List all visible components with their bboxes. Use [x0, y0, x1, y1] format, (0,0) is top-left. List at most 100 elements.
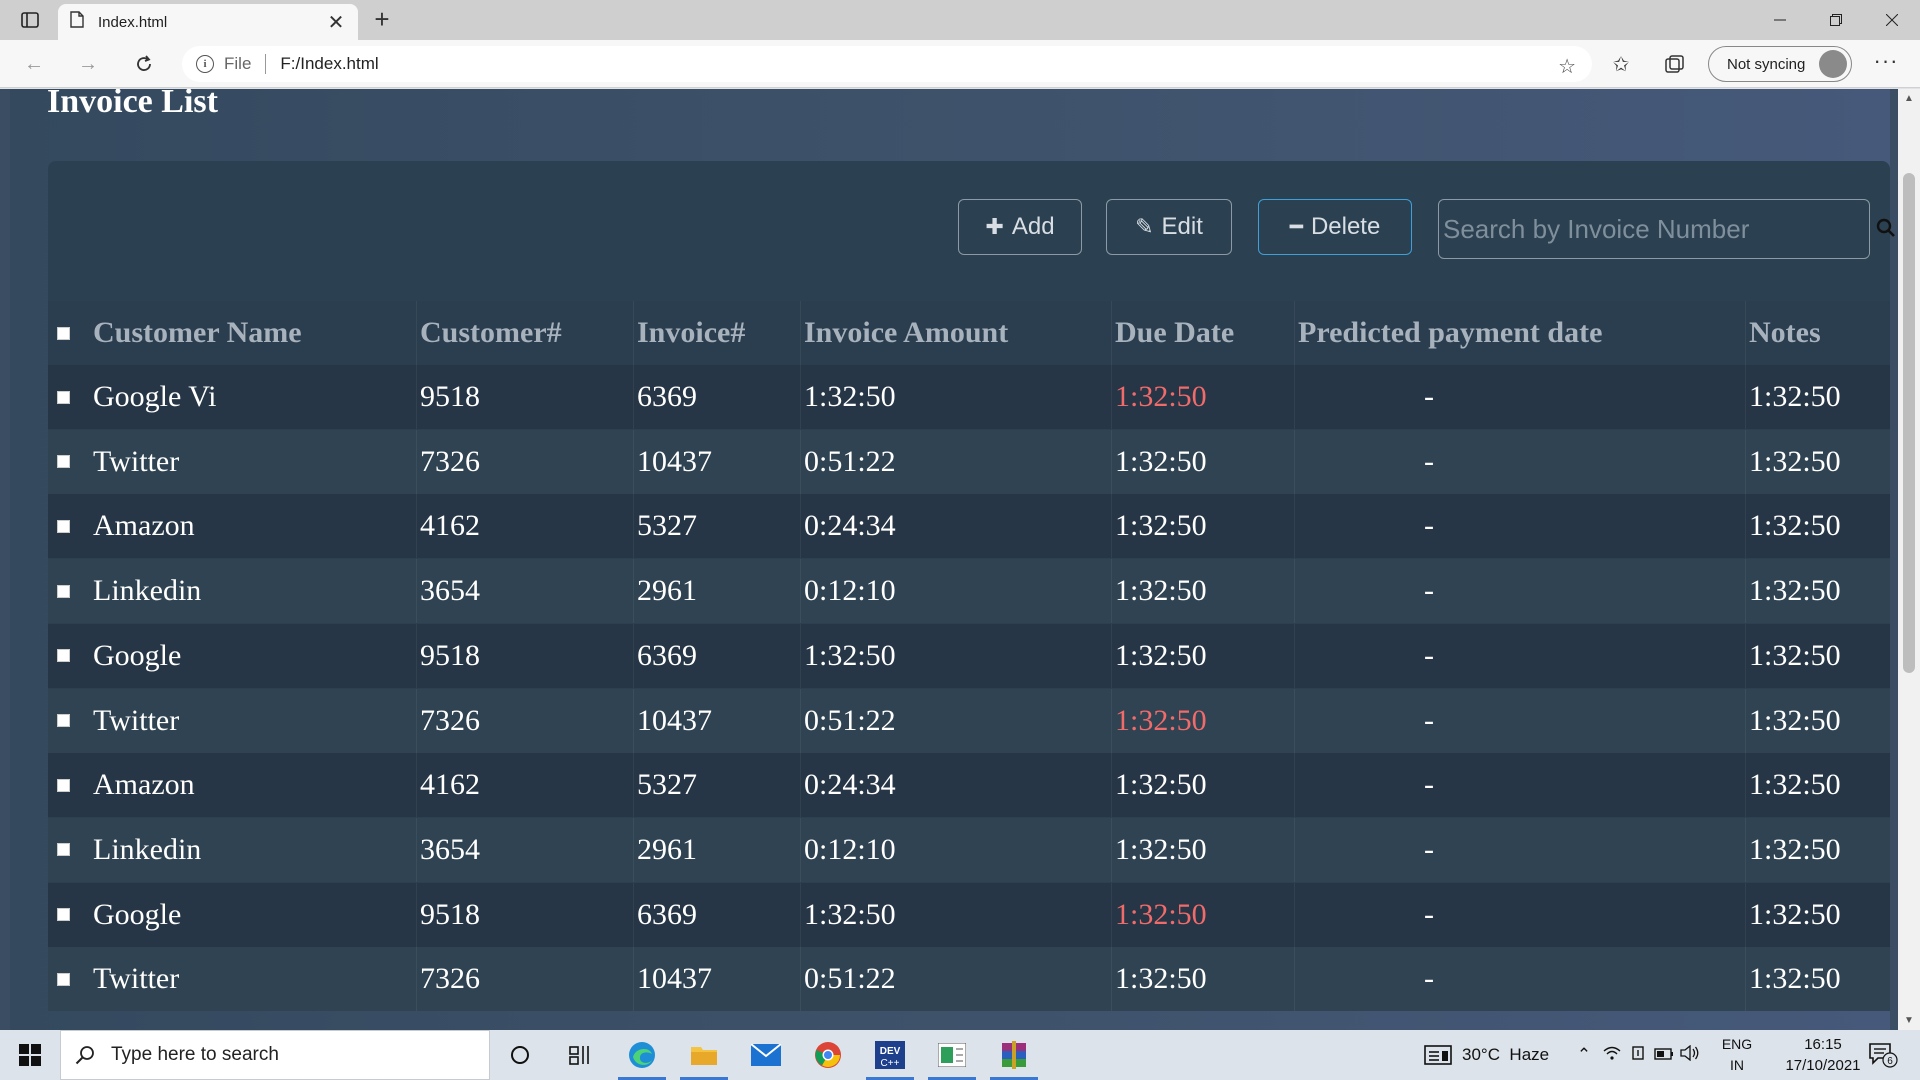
notes-cell: 1:32:50: [1749, 768, 1841, 802]
profile-button[interactable]: Not syncing: [1708, 46, 1852, 82]
invoice-search-input[interactable]: [1439, 200, 1869, 258]
row-checkbox[interactable]: [57, 455, 70, 469]
mail-icon[interactable]: [736, 1030, 796, 1080]
row-checkbox[interactable]: [57, 584, 70, 598]
vertical-scrollbar[interactable]: ▲ ▼: [1898, 89, 1920, 1030]
row-checkbox[interactable]: [57, 390, 70, 404]
back-icon[interactable]: ←: [16, 48, 52, 80]
file-explorer-icon[interactable]: [674, 1030, 734, 1080]
taskbar-clock[interactable]: 16:15 17/10/2021: [1770, 1034, 1876, 1076]
invoice-amount-cell: 0:24:34: [804, 509, 896, 543]
scroll-thumb[interactable]: [1903, 173, 1915, 673]
cortana-icon[interactable]: [490, 1030, 550, 1080]
add-button[interactable]: ✚ Add: [958, 199, 1082, 255]
row-checkbox[interactable]: [57, 843, 70, 857]
column-divider: [416, 429, 417, 494]
customer-name-cell: Amazon: [93, 768, 195, 802]
table-row[interactable]: Linkedin 3654 2961 0:12:10 1:32:50 - 1:32:50: [48, 817, 1890, 882]
weather-widget[interactable]: 30°C Haze: [1424, 1030, 1549, 1080]
table-row[interactable]: Twitter 7326 10437 0:51:22 1:32:50 - 1:32:50: [48, 429, 1890, 494]
minimize-icon[interactable]: [1752, 0, 1808, 40]
edge-icon[interactable]: [612, 1030, 672, 1080]
add-favorite-icon[interactable]: ☆: [1558, 54, 1576, 79]
plus-icon: ✚: [985, 214, 1004, 239]
scroll-up-icon[interactable]: ▲: [1904, 93, 1914, 104]
reload-icon[interactable]: [126, 48, 162, 80]
sheets-app-icon[interactable]: [922, 1030, 982, 1080]
row-checkbox[interactable]: [57, 778, 70, 792]
task-view-icon[interactable]: [550, 1030, 610, 1080]
table-row[interactable]: Google 9518 6369 1:32:50 1:32:50 - 1:32:50: [48, 623, 1890, 688]
table-row[interactable]: Linkedin 3654 2961 0:12:10 1:32:50 - 1:32:50: [48, 559, 1890, 624]
table-row[interactable]: Twitter 7326 10437 0:51:22 1:32:50 - 1:32:50: [48, 947, 1890, 1012]
restore-icon[interactable]: [1808, 0, 1864, 40]
more-options-icon[interactable]: ···: [1870, 48, 1902, 80]
sync-icon[interactable]: [1626, 1045, 1650, 1066]
table-row[interactable]: Amazon 4162 5327 0:24:34 1:32:50 - 1:32:50: [48, 494, 1890, 559]
table-header: Customer Name Customer# Invoice# Invoice…: [48, 301, 1890, 365]
url-text[interactable]: F:/Index.html: [280, 54, 378, 74]
favorites-icon[interactable]: ✩: [1608, 52, 1634, 76]
invoice-number-cell: 5327: [637, 768, 697, 802]
table-row[interactable]: Twitter 7326 10437 0:51:22 1:32:50 - 1:32:50: [48, 688, 1890, 753]
windows-start-icon[interactable]: [0, 1030, 60, 1080]
tab-close-icon[interactable]: ✕: [326, 10, 346, 35]
row-checkbox[interactable]: [57, 649, 70, 663]
chrome-icon[interactable]: [798, 1030, 858, 1080]
invoice-amount-cell: 0:51:22: [804, 444, 896, 478]
col-notes[interactable]: Notes: [1749, 301, 1821, 365]
due-date-cell: 1:32:50: [1115, 962, 1207, 996]
table-row[interactable]: Amazon 4162 5327 0:24:34 1:32:50 - 1:32:50: [48, 753, 1890, 818]
column-divider: [633, 429, 634, 494]
forward-icon[interactable]: →: [70, 48, 106, 80]
predicted-date-cell: -: [1424, 897, 1434, 931]
col-invoice-amount[interactable]: Invoice Amount: [804, 301, 1008, 365]
edit-button[interactable]: ✎ Edit: [1106, 199, 1232, 255]
col-customer-number[interactable]: Customer#: [420, 301, 562, 365]
collections-icon[interactable]: [1662, 52, 1688, 76]
network-icon[interactable]: [1600, 1045, 1624, 1066]
close-window-icon[interactable]: [1864, 0, 1920, 40]
due-date-cell: 1:32:50: [1115, 574, 1207, 608]
select-all-checkbox[interactable]: [57, 326, 70, 340]
volume-icon[interactable]: [1678, 1044, 1702, 1066]
invoice-amount-cell: 0:24:34: [804, 768, 896, 802]
column-divider: [1745, 429, 1746, 494]
row-checkbox[interactable]: [57, 908, 70, 922]
browser-tab[interactable]: Index.html ✕: [58, 4, 358, 40]
row-checkbox[interactable]: [57, 972, 70, 986]
column-divider: [1294, 882, 1295, 947]
col-invoice-number[interactable]: Invoice#: [637, 301, 745, 365]
table-row[interactable]: Google Vi 9518 6369 1:32:50 1:32:50 - 1:32:50: [48, 365, 1890, 429]
tab-actions-icon[interactable]: [14, 6, 46, 34]
row-checkbox[interactable]: [57, 519, 70, 533]
due-date-cell: 1:32:50: [1115, 703, 1207, 737]
search-icon[interactable]: [1876, 213, 1896, 243]
customer-name-cell: Twitter: [93, 444, 180, 478]
winrar-icon[interactable]: [984, 1030, 1044, 1080]
page-icon: [70, 11, 84, 33]
column-divider: [633, 365, 634, 429]
show-hidden-icons-icon[interactable]: ⌃: [1572, 1045, 1596, 1065]
dev-cpp-icon[interactable]: DEV C++: [860, 1030, 920, 1080]
column-divider: [800, 494, 801, 559]
battery-icon[interactable]: [1652, 1045, 1676, 1065]
column-divider: [416, 882, 417, 947]
row-checkbox[interactable]: [57, 714, 70, 727]
invoice-amount-cell: 0:12:10: [804, 574, 896, 608]
col-customer-name[interactable]: Customer Name: [93, 301, 302, 365]
col-due-date[interactable]: Due Date: [1115, 301, 1234, 365]
input-language[interactable]: ENG IN: [1712, 1034, 1762, 1076]
taskbar-search[interactable]: Type here to search: [60, 1030, 490, 1080]
table-row[interactable]: Google 9518 6369 1:32:50 1:32:50 - 1:32:50: [48, 882, 1890, 947]
customer-number-cell: 7326: [420, 962, 480, 996]
column-divider: [1745, 688, 1746, 753]
new-tab-button[interactable]: +: [368, 6, 396, 34]
notes-cell: 1:32:50: [1749, 509, 1841, 543]
url-field[interactable]: i File F:/Index.html ☆: [182, 46, 1592, 82]
info-icon[interactable]: i: [196, 55, 214, 73]
notification-center-icon[interactable]: 6: [1868, 1042, 1898, 1068]
col-predicted-date[interactable]: Predicted payment date: [1298, 301, 1602, 365]
scroll-down-icon[interactable]: ▼: [1904, 1015, 1914, 1026]
delete-button[interactable]: ━ Delete: [1258, 199, 1412, 255]
